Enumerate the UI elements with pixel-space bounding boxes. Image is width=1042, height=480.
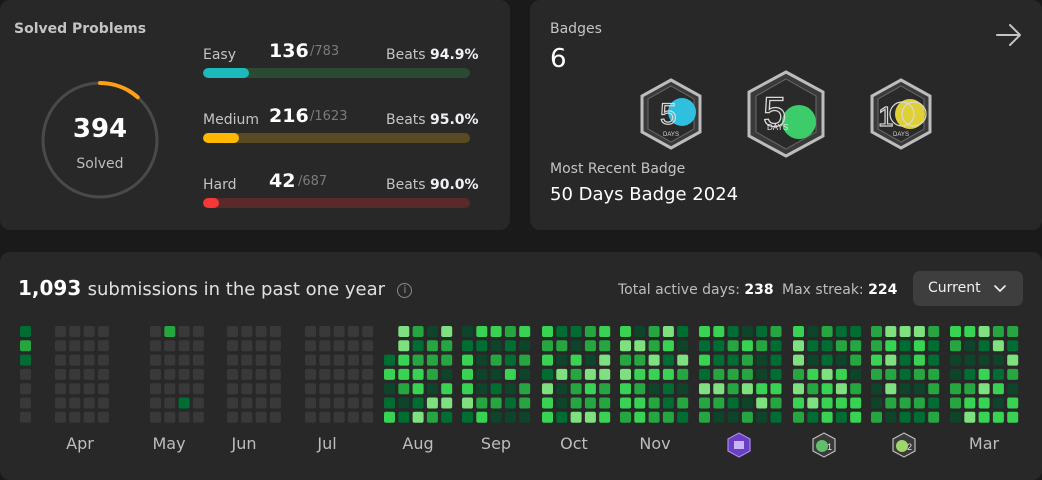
easy-label: Easy xyxy=(203,47,237,63)
svg-text:2: 2 xyxy=(907,442,912,452)
solved-problems-title: Solved Problems xyxy=(14,21,147,37)
medium-count: 216 xyxy=(269,105,309,127)
medium-total: /1623 xyxy=(310,109,348,124)
submissions-heading: 1,093 submissions in the past one year i xyxy=(18,276,413,300)
medium-beats-label: Beats xyxy=(386,112,426,128)
hard-row: Hard 42 /687 Beats 90.0% xyxy=(203,170,479,217)
total-active-days-label: Total active days: xyxy=(618,282,740,298)
total-active-days-value: 238 xyxy=(744,282,774,298)
month-label-mar: Mar xyxy=(968,434,1000,453)
submissions-count: 1,093 xyxy=(18,276,82,300)
info-icon[interactable]: i xyxy=(397,283,413,298)
max-streak-value: 224 xyxy=(868,282,898,298)
svg-text:1: 1 xyxy=(827,442,832,452)
badges-count: 6 xyxy=(550,44,567,74)
month-label-may: May xyxy=(152,434,186,453)
month-label-aug: Aug xyxy=(402,434,434,453)
hard-label: Hard xyxy=(203,177,237,193)
easy-progress-bar xyxy=(203,68,470,78)
50-days-badge-icon[interactable]: 5 DAYS xyxy=(638,78,704,150)
easy-row: Easy 136 /783 Beats 94.9% xyxy=(203,40,479,87)
year-select-dropdown[interactable]: Current xyxy=(913,271,1023,306)
chevron-down-icon xyxy=(994,285,1006,292)
medium-label: Medium xyxy=(203,112,259,128)
medium-row: Medium 216 /1623 Beats 95.0% xyxy=(203,105,479,152)
max-streak-label: Max streak: xyxy=(782,282,864,298)
month-label-oct: Oct xyxy=(560,434,588,453)
svg-text:1: 1 xyxy=(878,101,894,132)
svg-text:DAYS: DAYS xyxy=(893,132,909,138)
month-label-nov: Nov xyxy=(639,434,671,453)
hard-beats-value: 90.0% xyxy=(430,177,479,193)
100-days-badge-icon[interactable]: 1 DAYS xyxy=(868,78,934,150)
year-select-label: Current xyxy=(928,280,981,296)
max-streak: Max streak: 224 xyxy=(782,282,897,298)
svg-text:DAYS: DAYS xyxy=(767,123,788,132)
most-recent-badge-name: 50 Days Badge 2024 xyxy=(550,184,739,205)
svg-text:5: 5 xyxy=(660,98,677,131)
total-active-days: Total active days: 238 xyxy=(618,282,774,298)
easy-beats-value: 94.9% xyxy=(430,47,479,63)
easy-beats-label: Beats xyxy=(386,47,426,63)
hard-beats-label: Beats xyxy=(386,177,426,193)
solved-total-label: Solved xyxy=(76,156,124,172)
hard-count: 42 xyxy=(269,170,296,192)
50-days-badge-2024-icon[interactable]: 5 DAYS xyxy=(745,70,827,158)
feb-monthly-badge-icon[interactable]: 2 xyxy=(892,432,916,458)
medium-progress-bar xyxy=(203,133,470,143)
medium-progress-fill xyxy=(203,133,239,143)
solved-total: 394 xyxy=(72,114,128,144)
month-label-sep: Sep xyxy=(480,434,512,453)
month-label-apr: Apr xyxy=(66,434,94,453)
easy-total: /783 xyxy=(310,44,340,59)
month-label-jun: Jun xyxy=(231,434,257,453)
hard-progress-fill xyxy=(203,198,220,208)
badges-title: Badges xyxy=(550,21,602,37)
jan-monthly-badge-icon[interactable]: 1 xyxy=(812,432,836,458)
medium-beats-value: 95.0% xyxy=(430,112,479,128)
hard-total: /687 xyxy=(298,174,328,189)
arrow-right-icon[interactable] xyxy=(994,20,1024,50)
month-label-jul: Jul xyxy=(317,434,337,453)
submissions-text: submissions in the past one year xyxy=(87,279,386,300)
svg-text:DAYS: DAYS xyxy=(663,132,679,138)
easy-count: 136 xyxy=(269,40,309,62)
most-recent-badge-label: Most Recent Badge xyxy=(550,161,686,177)
hard-progress-bar xyxy=(203,198,470,208)
dec-monthly-badge-icon[interactable] xyxy=(727,432,751,458)
easy-progress-fill xyxy=(203,68,250,78)
